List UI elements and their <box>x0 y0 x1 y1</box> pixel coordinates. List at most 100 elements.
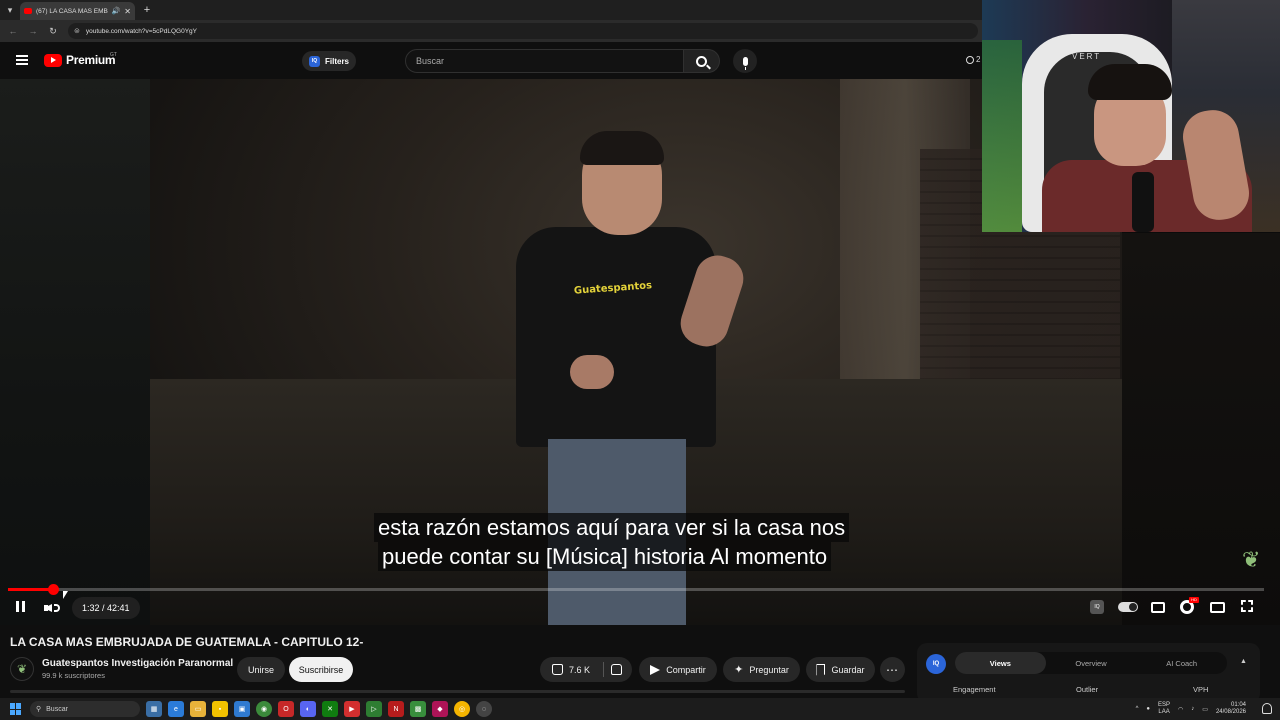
url-field[interactable]: ⊜ youtube.com/watch?v=5cPdLQG0YgY <box>68 23 978 39</box>
vidiq-tabs: Views Overview AI Coach <box>955 652 1227 674</box>
webcam-overlay: VERT <box>982 0 1280 232</box>
video-title: LA CASA MAS EMBRUJADA DE GUATEMALA - CAP… <box>10 635 364 649</box>
chrome-active-icon[interactable]: ◎ <box>454 701 470 717</box>
share-button[interactable]: Compartir <box>639 657 717 682</box>
taskbar-apps: ▦ e ▭ ▪ ▣ ◉ O ◐ ✕ ▶ ▷ N ▩ ◆ ◎ ◌ <box>146 701 492 717</box>
channel-name[interactable]: Guatespantos Investigación Paranormal <box>42 658 233 669</box>
ask-label: Preguntar <box>749 664 789 675</box>
metric-engagement: Engagement <box>953 685 996 694</box>
app-icon[interactable]: ◆ <box>432 701 448 717</box>
dislike-icon[interactable] <box>611 664 622 675</box>
url-text: youtube.com/watch?v=5cPdLQG0YgY <box>85 27 197 35</box>
browser-tab-youtube[interactable]: (67) LA CASA MAS EMBRUJADA DE GUATEMALA … <box>20 2 135 20</box>
file-explorer-icon[interactable]: ▭ <box>190 701 206 717</box>
battery-icon[interactable]: ▭ <box>1202 706 1208 713</box>
time-display: 1:32 / 42:41 <box>72 597 140 619</box>
sticky-notes-icon[interactable]: ▪ <box>212 701 228 717</box>
clock-icon <box>966 55 974 64</box>
timer-count: 2 <box>976 55 981 64</box>
like-count[interactable]: 7.6 K <box>569 665 590 675</box>
store-icon[interactable]: ▣ <box>234 701 250 717</box>
subscribe-button[interactable]: Suscribirse <box>289 657 353 682</box>
join-button[interactable]: Unirse <box>237 657 285 682</box>
search-input[interactable]: Buscar <box>405 49 685 73</box>
tray-chevron-icon[interactable]: ^ <box>1136 706 1139 712</box>
vidiq-panel: IQ Views Overview AI Coach ▲ Engagement … <box>917 643 1260 703</box>
volume-button[interactable] <box>44 601 64 615</box>
metric-outlier: Outlier <box>1076 685 1099 694</box>
subtitles-button[interactable] <box>1151 602 1165 613</box>
like-icon[interactable] <box>552 664 563 675</box>
tab-overview[interactable]: Overview <box>1046 652 1137 674</box>
youtube-favicon-icon <box>24 8 32 14</box>
notifications-bell-icon[interactable] <box>1262 703 1272 714</box>
volume-tray-icon[interactable]: ♪ <box>1191 706 1194 712</box>
vidiq-filters-button[interactable]: IQ Filters <box>302 51 356 71</box>
chrome-icon[interactable]: ◉ <box>256 701 272 717</box>
vidiq-player-button[interactable]: IQ <box>1090 600 1104 614</box>
site-info-icon[interactable]: ⊜ <box>74 27 80 35</box>
menu-icon[interactable] <box>16 55 28 65</box>
tab-close-icon[interactable]: ✕ <box>124 7 131 16</box>
discord-icon[interactable]: ◐ <box>300 701 316 717</box>
microphone-icon <box>742 56 748 70</box>
obs-icon[interactable]: ◌ <box>476 701 492 717</box>
tab-ai-coach[interactable]: AI Coach <box>1136 652 1227 674</box>
search-icon <box>696 55 708 67</box>
video-ambient-left <box>0 79 150 625</box>
windows-taskbar: ⚲ Buscar ▦ e ▭ ▪ ▣ ◉ O ◐ ✕ ▶ ▷ N ▩ ◆ ◎ ◌… <box>0 698 1280 720</box>
autoplay-toggle[interactable] <box>1118 602 1138 612</box>
tab-audio-icon[interactable]: 🔊 <box>112 7 121 15</box>
taskbar-search-label: Buscar <box>46 705 68 713</box>
tab-views[interactable]: Views <box>955 652 1046 674</box>
share-icon <box>650 664 661 675</box>
play-store-icon[interactable]: ▷ <box>366 701 382 717</box>
captions: esta razón estamos aquí para ver si la c… <box>374 513 890 571</box>
timer-badge[interactable]: 2 <box>966 55 980 64</box>
collapse-chevron-icon[interactable]: ▲ <box>1240 658 1247 665</box>
address-bar-row: ← → ↻ ⊜ youtube.com/watch?v=5cPdLQG0YgY <box>0 20 982 42</box>
theater-mode-button[interactable] <box>1210 602 1225 613</box>
browser-tab-strip: ▾ (67) LA CASA MAS EMBRUJADA DE GUATEMAL… <box>0 0 982 20</box>
task-view-icon[interactable]: ▦ <box>146 701 162 717</box>
channel-watermark-icon[interactable]: ❦ <box>1242 547 1260 573</box>
logo-text: Premium <box>66 53 116 67</box>
video-person-hand <box>570 355 614 389</box>
language-indicator[interactable]: ESP LAA <box>1158 702 1170 716</box>
video-person-hair <box>580 131 664 165</box>
back-icon[interactable]: ← <box>8 26 18 36</box>
wifi-icon[interactable]: ◠ <box>1178 706 1183 713</box>
tab-title: (67) LA CASA MAS EMBRUJADA DE GUATEMALA <box>36 7 108 15</box>
taskbar-clock[interactable]: 01:04 24/08/2026 <box>1216 702 1246 716</box>
save-button[interactable]: Guardar <box>806 657 875 682</box>
windows-start-icon[interactable] <box>10 703 22 715</box>
bookmark-icon <box>816 663 826 676</box>
reload-icon[interactable]: ↻ <box>48 26 58 37</box>
search-bar: Buscar <box>405 49 720 73</box>
edge-icon[interactable]: e <box>168 701 184 717</box>
forward-icon[interactable]: → <box>28 26 38 36</box>
tab-list-chevron-icon[interactable]: ▾ <box>0 0 20 20</box>
progress-fill <box>8 588 54 591</box>
search-button[interactable] <box>684 49 720 73</box>
mouse-cursor-icon <box>63 591 68 599</box>
minecraft-icon[interactable]: ▩ <box>410 701 426 717</box>
channel-avatar[interactable]: ❦ <box>10 657 34 681</box>
system-tray: ^ ● ESP LAA ◠ ♪ ▭ 01:04 24/08/2026 <box>1136 698 1246 720</box>
netflix-icon[interactable]: N <box>388 701 404 717</box>
pause-button[interactable] <box>12 601 28 615</box>
tray-app-icon[interactable]: ● <box>1146 706 1150 712</box>
progress-bar[interactable] <box>8 584 1264 595</box>
metric-vph: VPH <box>1193 685 1209 694</box>
youtube-premium-logo[interactable]: Premium <box>44 53 116 67</box>
voice-search-button[interactable] <box>733 49 757 73</box>
opera-icon[interactable]: O <box>278 701 294 717</box>
media-player-icon[interactable]: ▶ <box>344 701 360 717</box>
screen: ▾ (67) LA CASA MAS EMBRUJADA DE GUATEMAL… <box>0 0 1280 720</box>
more-actions-button[interactable]: ⋯ <box>880 657 905 682</box>
ask-button[interactable]: ✦ Preguntar <box>723 657 800 682</box>
taskbar-search[interactable]: ⚲ Buscar <box>30 701 140 717</box>
xbox-icon[interactable]: ✕ <box>322 701 338 717</box>
new-tab-button[interactable]: + <box>139 4 155 16</box>
vidiq-logo-icon[interactable]: IQ <box>926 654 946 674</box>
